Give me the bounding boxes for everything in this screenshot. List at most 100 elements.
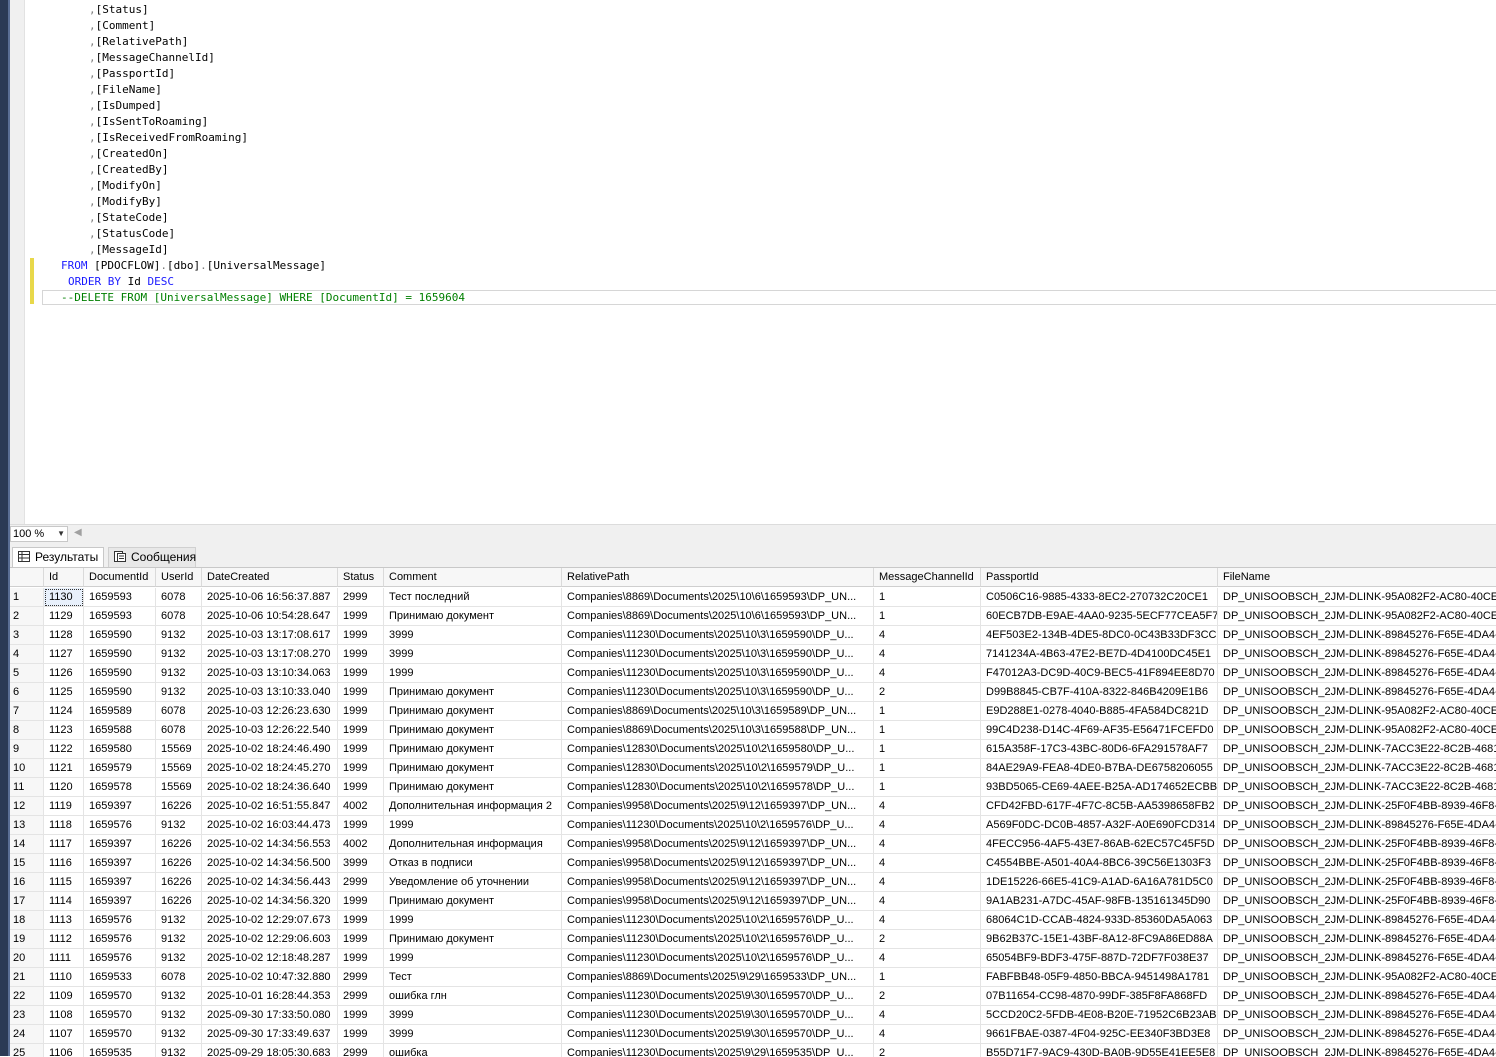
cell-relativepath[interactable]: Companies\12830\Documents\2025\10\2\1659… bbox=[562, 759, 874, 778]
cell-datecreated[interactable]: 2025-10-06 16:56:37.887 bbox=[202, 588, 338, 607]
row-number[interactable]: 4 bbox=[10, 645, 44, 664]
cell-userid[interactable]: 6078 bbox=[156, 607, 202, 626]
cell-datecreated[interactable]: 2025-10-02 10:47:32.880 bbox=[202, 968, 338, 987]
cell-passportid[interactable]: C4554BBE-A501-40A4-8BC6-39C56E1303F3 bbox=[981, 854, 1218, 873]
cell-id[interactable]: 1126 bbox=[44, 664, 84, 683]
row-number[interactable]: 15 bbox=[10, 854, 44, 873]
cell-status[interactable]: 1999 bbox=[338, 759, 384, 778]
cell-comment[interactable]: 3999 bbox=[384, 626, 562, 645]
cell-id[interactable]: 1116 bbox=[44, 854, 84, 873]
cell-messagechannelid[interactable]: 4 bbox=[874, 664, 981, 683]
cell-userid[interactable]: 6078 bbox=[156, 588, 202, 607]
cell-relativepath[interactable]: Companies\12830\Documents\2025\10\2\1659… bbox=[562, 740, 874, 759]
table-row[interactable]: 7 1124 1659589 6078 2025-10-03 12:26:23.630 1… bbox=[10, 702, 1496, 721]
tab-results[interactable]: Результаты bbox=[12, 547, 104, 567]
cell-filename[interactable]: DP_UNISOOBSCH_2JM-DLINK-95A082F2-AC80-40… bbox=[1218, 702, 1496, 721]
cell-documentid[interactable]: 1659397 bbox=[84, 835, 156, 854]
cell-datecreated[interactable]: 2025-10-02 18:24:46.490 bbox=[202, 740, 338, 759]
zoom-select[interactable]: 100 % ▼ bbox=[10, 526, 68, 542]
cell-userid[interactable]: 9132 bbox=[156, 626, 202, 645]
tab-messages[interactable]: Сообщения bbox=[108, 547, 196, 567]
cell-id[interactable]: 1119 bbox=[44, 797, 84, 816]
table-row[interactable]: 24 1107 1659570 9132 2025-09-30 17:33:49.637… bbox=[10, 1025, 1496, 1044]
table-row[interactable]: 15 1116 1659397 16226 2025-10-02 14:34:56.50… bbox=[10, 854, 1496, 873]
cell-passportid[interactable]: A569F0DC-DC0B-4857-A32F-A0E690FCD314 bbox=[981, 816, 1218, 835]
cell-datecreated[interactable]: 2025-10-03 13:10:33.040 bbox=[202, 683, 338, 702]
row-number[interactable]: 14 bbox=[10, 835, 44, 854]
column-header-userid[interactable]: UserId bbox=[156, 568, 202, 587]
cell-passportid[interactable]: 9A1AB231-A7DC-45AF-98FB-135161345D90 bbox=[981, 892, 1218, 911]
cell-messagechannelid[interactable]: 4 bbox=[874, 949, 981, 968]
cell-id[interactable]: 1111 bbox=[44, 949, 84, 968]
cell-id[interactable]: 1130 bbox=[44, 588, 84, 607]
cell-datecreated[interactable]: 2025-10-02 14:34:56.553 bbox=[202, 835, 338, 854]
cell-comment[interactable]: Тест bbox=[384, 968, 562, 987]
row-number[interactable]: 17 bbox=[10, 892, 44, 911]
cell-passportid[interactable]: 84AE29A9-FEA8-4DE0-B7BA-DE6758206055 bbox=[981, 759, 1218, 778]
cell-passportid[interactable]: E9D288E1-0278-4040-B885-4FA584DC821D bbox=[981, 702, 1218, 721]
cell-comment[interactable]: Принимаю документ bbox=[384, 683, 562, 702]
cell-status[interactable]: 1999 bbox=[338, 740, 384, 759]
cell-comment[interactable]: Принимаю документ bbox=[384, 759, 562, 778]
cell-datecreated[interactable]: 2025-10-02 14:34:56.500 bbox=[202, 854, 338, 873]
cell-userid[interactable]: 9132 bbox=[156, 1006, 202, 1025]
table-row[interactable]: 14 1117 1659397 16226 2025-10-02 14:34:56.55… bbox=[10, 835, 1496, 854]
cell-id[interactable]: 1128 bbox=[44, 626, 84, 645]
cell-id[interactable]: 1122 bbox=[44, 740, 84, 759]
cell-passportid[interactable]: 65054BF9-BDF3-475F-887D-72DF7F038E37 bbox=[981, 949, 1218, 968]
cell-passportid[interactable]: F47012A3-DC9D-40C9-BEC5-41F894EE8D70 bbox=[981, 664, 1218, 683]
cell-id[interactable]: 1120 bbox=[44, 778, 84, 797]
cell-filename[interactable]: DP_UNISOOBSCH_2JM-DLINK-89845276-F65E-4D… bbox=[1218, 987, 1496, 1006]
cell-comment[interactable]: ошибка глн bbox=[384, 987, 562, 1006]
table-row[interactable]: 6 1125 1659590 9132 2025-10-03 13:10:33.040 1… bbox=[10, 683, 1496, 702]
cell-status[interactable]: 1999 bbox=[338, 1006, 384, 1025]
cell-filename[interactable]: DP_UNISOOBSCH_2JM-DLINK-95A082F2-AC80-40… bbox=[1218, 721, 1496, 740]
cell-comment[interactable]: Принимаю документ bbox=[384, 930, 562, 949]
cell-id[interactable]: 1115 bbox=[44, 873, 84, 892]
cell-documentid[interactable]: 1659576 bbox=[84, 930, 156, 949]
cell-messagechannelid[interactable]: 1 bbox=[874, 740, 981, 759]
row-number[interactable]: 1 bbox=[10, 588, 44, 607]
cell-relativepath[interactable]: Companies\8869\Documents\2025\10\3\16595… bbox=[562, 721, 874, 740]
cell-status[interactable]: 2999 bbox=[338, 987, 384, 1006]
cell-status[interactable]: 1999 bbox=[338, 911, 384, 930]
cell-userid[interactable]: 16226 bbox=[156, 797, 202, 816]
cell-id[interactable]: 1106 bbox=[44, 1044, 84, 1057]
cell-passportid[interactable]: 615A358F-17C3-43BC-80D6-6FA291578AF7 bbox=[981, 740, 1218, 759]
table-row[interactable]: 12 1119 1659397 16226 2025-10-02 16:51:55.84… bbox=[10, 797, 1496, 816]
cell-userid[interactable]: 9132 bbox=[156, 1044, 202, 1057]
table-row[interactable]: 18 1113 1659576 9132 2025-10-02 12:29:07.673… bbox=[10, 911, 1496, 930]
cell-documentid[interactable]: 1659576 bbox=[84, 911, 156, 930]
table-row[interactable]: 16 1115 1659397 16226 2025-10-02 14:34:56.44… bbox=[10, 873, 1496, 892]
cell-comment[interactable]: 1999 bbox=[384, 816, 562, 835]
cell-relativepath[interactable]: Companies\8869\Documents\2025\9\29\16595… bbox=[562, 968, 874, 987]
row-number[interactable]: 23 bbox=[10, 1006, 44, 1025]
cell-datecreated[interactable]: 2025-10-01 16:28:44.353 bbox=[202, 987, 338, 1006]
column-header-relativepath[interactable]: RelativePath bbox=[562, 568, 874, 587]
cell-relativepath[interactable]: Companies\11230\Documents\2025\10\2\1659… bbox=[562, 930, 874, 949]
cell-passportid[interactable]: 9B62B37C-15E1-43BF-8A12-8FC9A86ED88A bbox=[981, 930, 1218, 949]
cell-filename[interactable]: DP_UNISOOBSCH_2JM-DLINK-25F0F4BB-8939-46… bbox=[1218, 892, 1496, 911]
cell-passportid[interactable]: FABFBB48-05F9-4850-BBCA-9451498A1781 bbox=[981, 968, 1218, 987]
cell-documentid[interactable]: 1659590 bbox=[84, 683, 156, 702]
row-number[interactable]: 24 bbox=[10, 1025, 44, 1044]
cell-datecreated[interactable]: 2025-10-02 16:03:44.473 bbox=[202, 816, 338, 835]
column-header-status[interactable]: Status bbox=[338, 568, 384, 587]
cell-documentid[interactable]: 1659535 bbox=[84, 1044, 156, 1057]
cell-relativepath[interactable]: Companies\9958\Documents\2025\9\12\16593… bbox=[562, 873, 874, 892]
column-header-filename[interactable]: FileName bbox=[1218, 568, 1496, 587]
cell-relativepath[interactable]: Companies\11230\Documents\2025\10\3\1659… bbox=[562, 683, 874, 702]
cell-id[interactable]: 1109 bbox=[44, 987, 84, 1006]
column-header-id[interactable]: Id bbox=[44, 568, 84, 587]
cell-comment[interactable]: 1999 bbox=[384, 911, 562, 930]
cell-comment[interactable]: Дополнительная информация 2 bbox=[384, 797, 562, 816]
cell-userid[interactable]: 9132 bbox=[156, 949, 202, 968]
cell-userid[interactable]: 9132 bbox=[156, 987, 202, 1006]
cell-documentid[interactable]: 1659579 bbox=[84, 759, 156, 778]
cell-messagechannelid[interactable]: 4 bbox=[874, 873, 981, 892]
cell-comment[interactable]: Принимаю документ bbox=[384, 892, 562, 911]
cell-userid[interactable]: 16226 bbox=[156, 835, 202, 854]
cell-passportid[interactable]: CFD42FBD-617F-4F7C-8C5B-AA5398658FB2 bbox=[981, 797, 1218, 816]
cell-documentid[interactable]: 1659397 bbox=[84, 854, 156, 873]
cell-filename[interactable]: DP_UNISOOBSCH_2JM-DLINK-7ACC3E22-8C2B-46… bbox=[1218, 740, 1496, 759]
